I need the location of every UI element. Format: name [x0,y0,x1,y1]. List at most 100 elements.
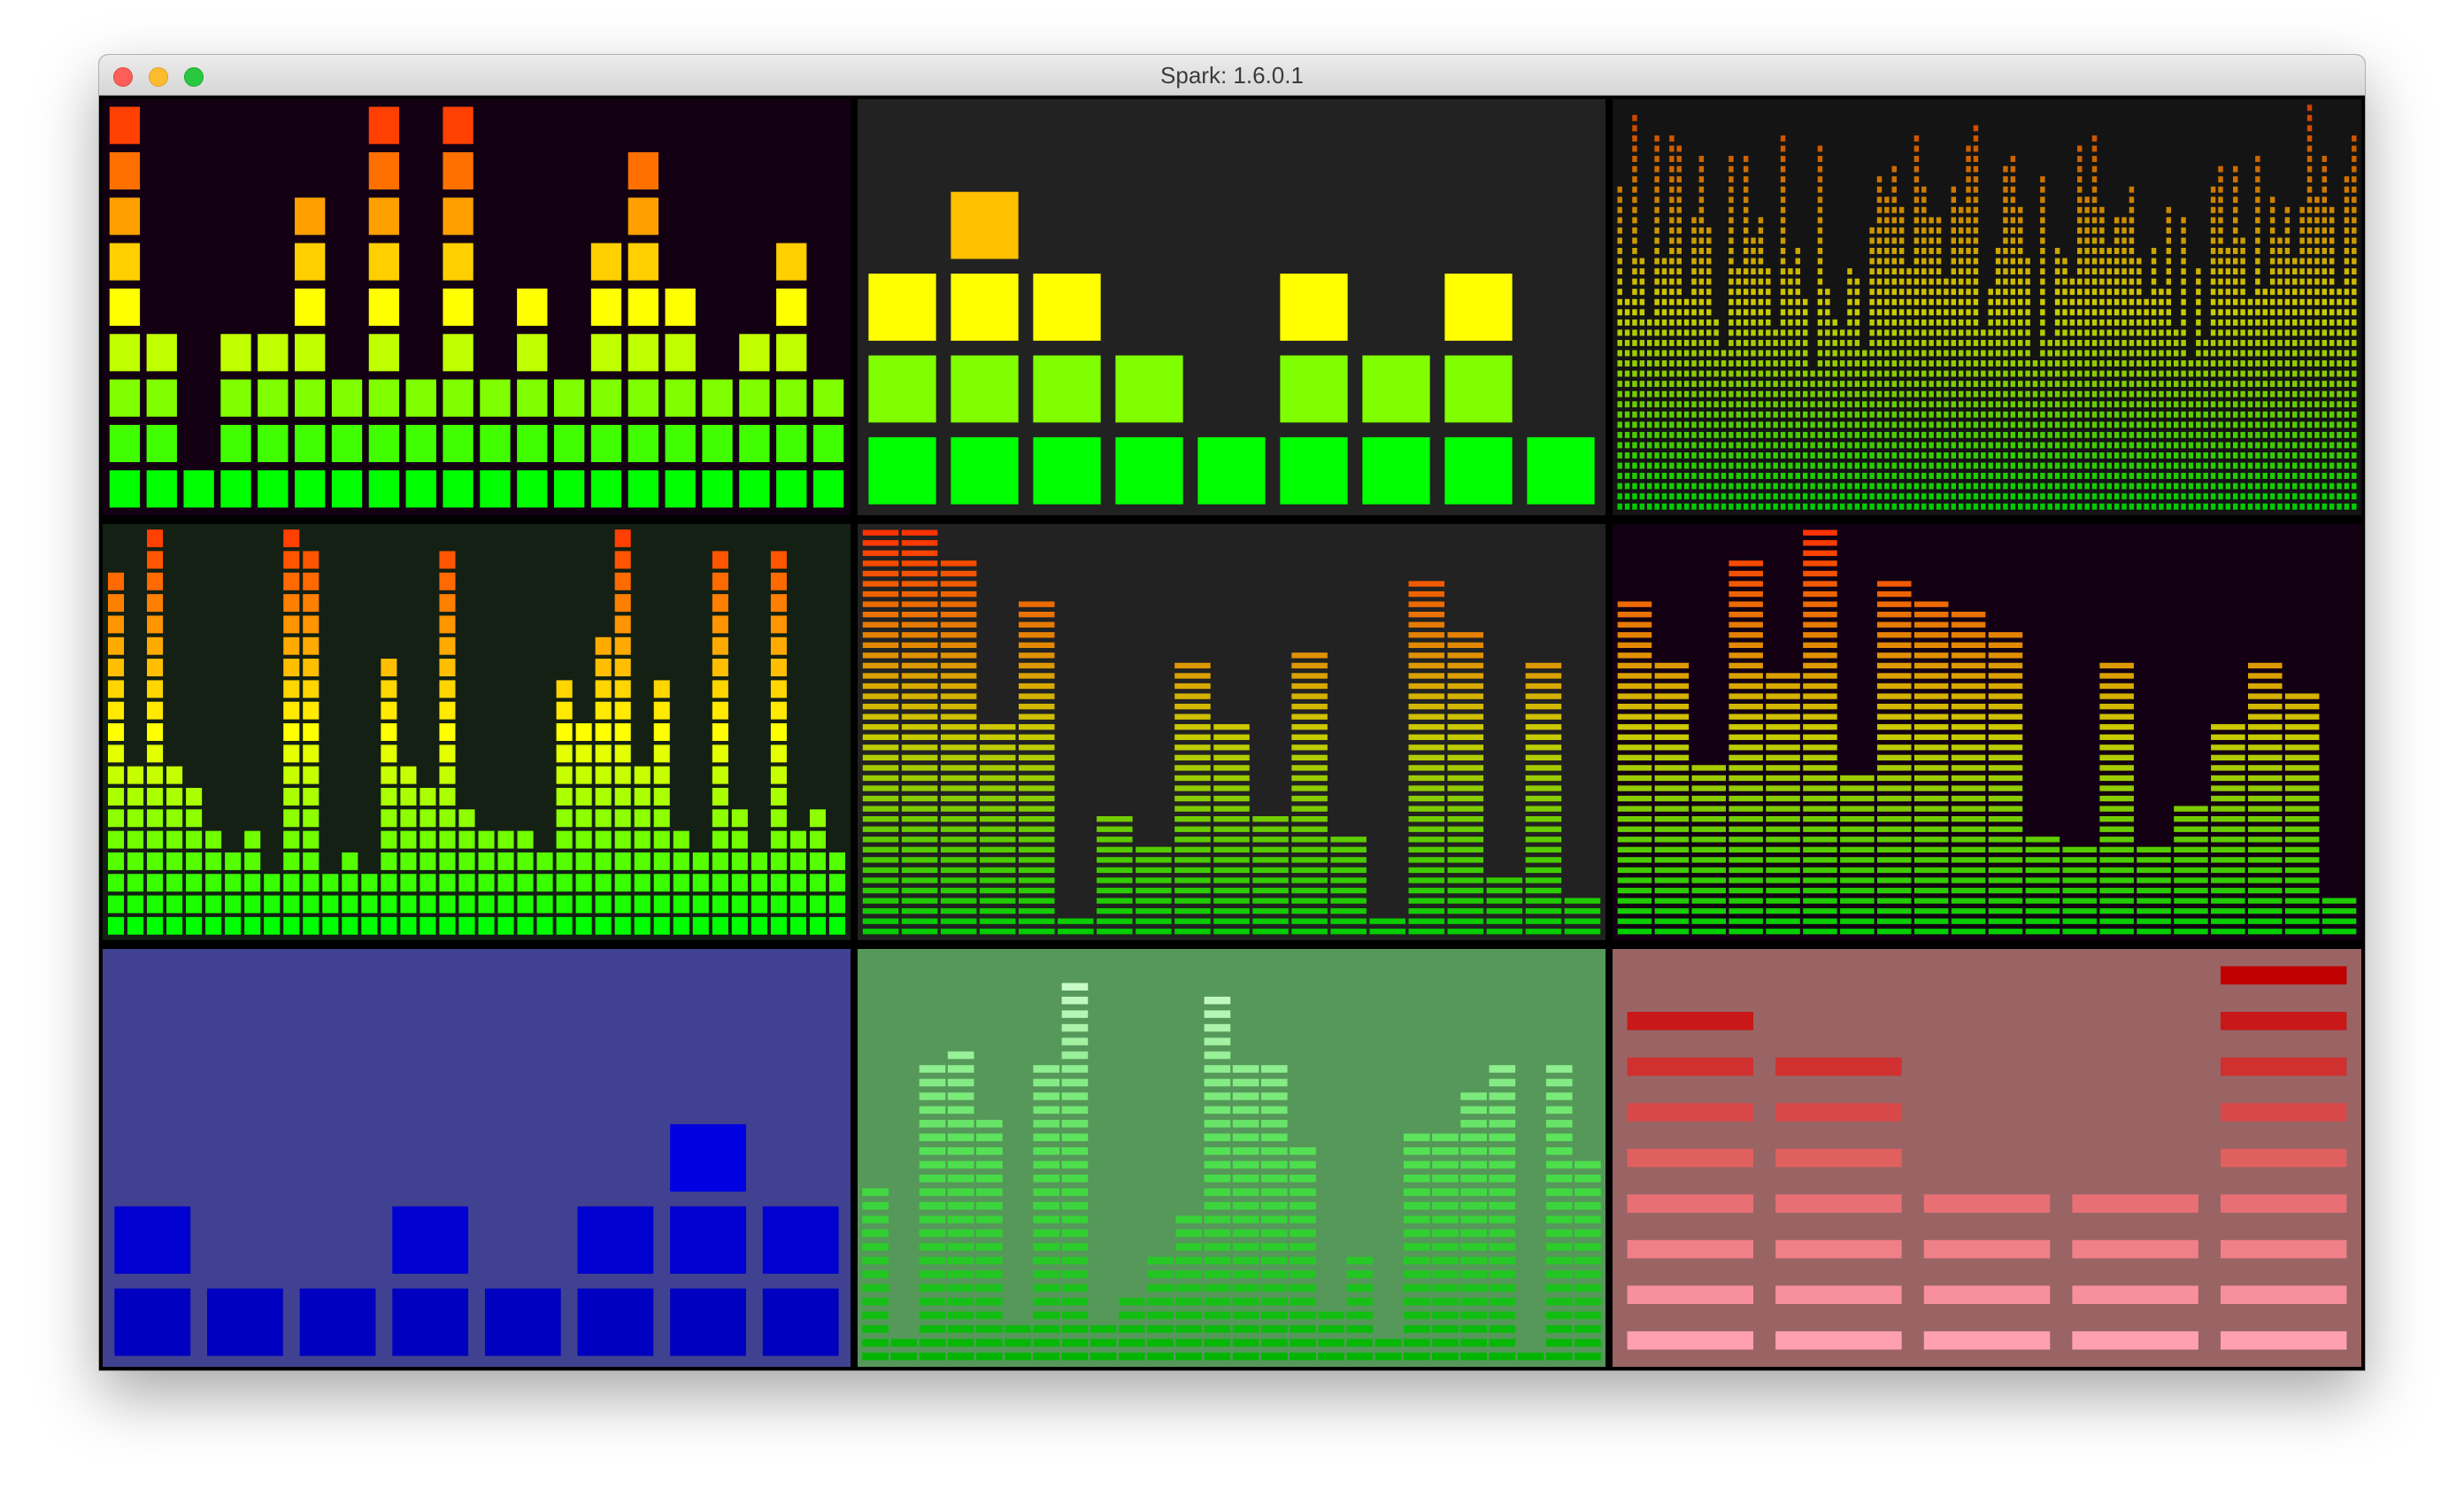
spectrum-segment [283,766,300,784]
spectrum-segment [244,830,261,849]
spectrum-segment [1330,867,1367,874]
spectrum-segment [2181,473,2186,480]
spectrum-column [1260,1065,1288,1361]
spectrum-segment [1743,298,1749,305]
spectrum-segment [2218,411,2223,418]
spectrum-segment [1891,227,1897,234]
spectrum-segment [1751,237,1756,244]
spectrum-segment [1751,381,1756,388]
spectrum-segment [2129,186,2135,193]
spectrum-segment [2010,360,2016,366]
spectrum-segment [575,874,592,892]
spectrum-segment [1944,381,1949,388]
spectrum-segment [381,680,397,698]
spectrum-segment [1795,309,1801,316]
spectrum-segment [1517,1353,1544,1361]
spectrum-segment [1913,673,1949,679]
spectrum-segment [2099,248,2105,254]
spectrum-segment [1775,1285,1902,1304]
spectrum-segment [1174,765,1211,771]
spectrum-segment [1825,309,1830,316]
spectrum-segment [2062,268,2067,275]
spectrum-segment [1232,1284,1259,1292]
spectrum-segment [2211,734,2245,740]
spectrum-segment [1252,898,1289,904]
spectrum-segment [2322,227,2328,234]
spectrum-bars [107,529,846,935]
spectrum-segment [1290,1147,1316,1155]
spectrum-column [497,830,514,935]
spectrum-segment [2181,258,2186,265]
spectrum-segment [1213,765,1250,771]
spectrum-segment [1854,473,1860,480]
spectrum-segment [1545,1106,1573,1115]
spectrum-column [1489,1065,1516,1361]
visualizer-grid [99,96,2365,1370]
spectrum-segment [2084,248,2090,254]
spectrum-segment [2025,289,2030,296]
spectrum-segment [1403,1298,1430,1306]
spectrum-segment [2352,390,2357,397]
spectrum-segment [1639,503,1645,510]
spectrum-segment [2062,298,2067,305]
spectrum-segment [947,1201,974,1210]
spectrum-segment [2137,421,2142,428]
spectrum-segment [1232,1256,1259,1265]
spectrum-segment [1973,390,1979,397]
spectrum-segment [1729,744,1763,751]
spectrum-segment [1973,298,1979,305]
spectrum-segment [1944,493,1949,500]
spectrum-column [258,334,289,508]
spectrum-segment [2322,401,2328,408]
spectrum-segment [2196,289,2201,296]
spectrum-segment [1213,826,1250,832]
spectrum-segment [1847,442,1852,449]
spectrum-segment [1061,1201,1089,1210]
spectrum-segment [1639,360,1645,366]
spectrum-segment [979,918,1016,924]
spectrum-segment [1291,693,1328,699]
spectrum-segment [1773,493,1778,500]
spectrum-segment [1847,350,1852,357]
spectrum-segment [1525,898,1562,904]
spectrum-segment [1260,1174,1288,1183]
spectrum-segment [2277,248,2283,254]
spectrum-segment [2240,268,2245,275]
spectrum-segment [2255,197,2260,204]
spectrum-segment [614,852,631,870]
spectrum-segment [1810,503,1815,510]
spectrum-segment [1766,857,1800,863]
spectrum-segment [1260,1215,1288,1223]
spectrum-segment [2203,431,2208,438]
spectrum-segment [2337,309,2342,316]
spectrum-segment [1884,319,1890,326]
spectrum-column [595,636,612,935]
spectrum-segment [1951,350,1957,357]
spectrum-segment [2077,370,2083,377]
spectrum-segment [1898,473,1905,480]
title-bar[interactable]: Spark: 1.6.0.1 [99,55,2365,96]
spectrum-segment [2010,370,2016,377]
spectrum-segment [1447,714,1484,720]
spectrum-segment [2225,329,2231,336]
spectrum-segment [1669,350,1675,357]
spectrum-segment [2032,452,2038,459]
spectrum-segment [1839,452,1845,459]
spectrum-segment [2196,473,2201,480]
spectrum-segment [1773,370,1778,377]
spectrum-segment [2240,493,2245,500]
spectrum-segment [1525,857,1562,863]
spectrum-segment [2144,503,2149,510]
spectrum-segment [2091,145,2098,152]
spectrum-segment [1775,1331,1902,1350]
spectrum-segment [2010,411,2016,418]
spectrum-segment [443,197,474,235]
spectrum-segment [2322,339,2328,346]
spectrum-segment [2159,421,2164,428]
spectrum-segment [1936,227,1942,234]
spectrum-segment [862,826,899,832]
spectrum-segment [2352,370,2357,377]
spectrum-segment [1973,473,1979,480]
spectrum-segment [381,701,397,720]
spectrum-segment [1921,319,1927,326]
